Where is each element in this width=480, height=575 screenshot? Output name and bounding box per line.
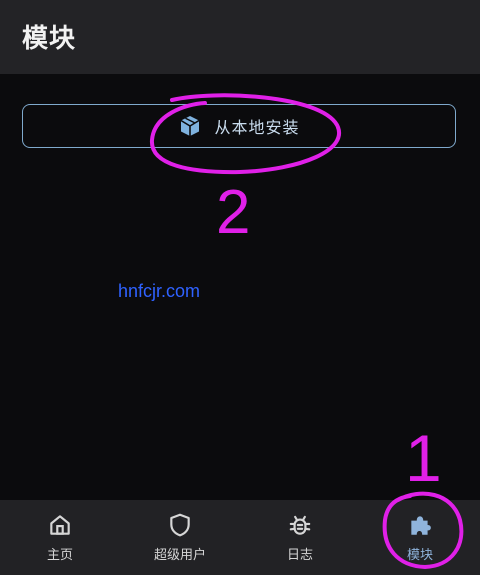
page-title: 模块 — [22, 24, 77, 54]
watermark-text: hnfcjr.com — [118, 281, 201, 301]
top-app-bar: 模块 — [0, 0, 480, 74]
bottom-navigation: 主页 超级用户 日志 模块 — [0, 500, 480, 575]
nav-item-home[interactable]: 主页 — [0, 500, 120, 575]
nav-item-modules[interactable]: 模块 — [360, 500, 480, 575]
nav-item-superuser-label: 超级用户 — [153, 548, 206, 563]
nav-item-home-label: 主页 — [46, 548, 73, 563]
bug-icon — [289, 515, 311, 535]
puzzle-icon — [411, 516, 431, 535]
install-from-local-label: 从本地安装 — [214, 118, 300, 137]
nav-item-logs[interactable]: 日志 — [240, 500, 360, 575]
nav-item-superuser[interactable]: 超级用户 — [120, 500, 240, 575]
package-icon — [181, 116, 200, 136]
annotation-number-1: 1 — [405, 421, 442, 495]
home-icon — [50, 515, 70, 535]
shield-icon — [170, 513, 190, 537]
nav-item-modules-label: 模块 — [406, 548, 433, 563]
annotation-number-2: 2 — [216, 178, 251, 247]
nav-item-logs-label: 日志 — [286, 548, 313, 563]
install-from-local-button[interactable]: 从本地安装 — [22, 104, 456, 148]
